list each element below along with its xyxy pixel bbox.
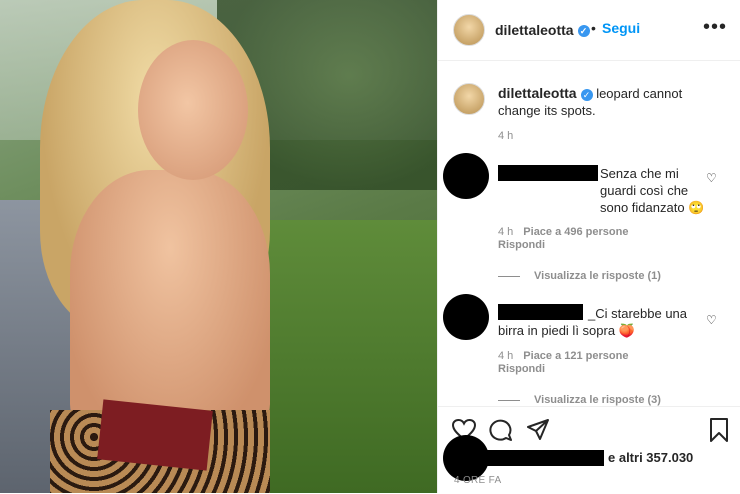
post-actions: e altri 357.030 4 ORE FA xyxy=(438,406,740,494)
reply-button[interactable]: Rispondi xyxy=(498,239,545,251)
verified-icon: ✓ xyxy=(580,88,593,101)
comment-likes[interactable]: Piace a 496 persone xyxy=(523,226,628,238)
share-icon[interactable] xyxy=(526,419,550,446)
header-avatar[interactable] xyxy=(453,14,485,46)
caption-username[interactable]: dilettaleotta xyxy=(498,85,577,101)
post-header: dilettaleotta ✓ • Segui ••• xyxy=(438,0,740,61)
comment-text: Senza che mi guardi così che sono fidanz… xyxy=(600,166,705,215)
view-replies-button[interactable]: Visualizza le risposte (3) xyxy=(498,394,661,406)
comment-text: _Ci starebbe una birra in piedi lì sopra… xyxy=(498,306,688,338)
comment-like-icon[interactable]: ♡ xyxy=(706,171,717,185)
caption: dilettaleotta ✓ leopard cannot change its… xyxy=(498,85,724,119)
verified-icon: ✓ xyxy=(577,25,590,38)
comments-list[interactable]: dilettaleotta ✓ leopard cannot change its… xyxy=(438,61,740,406)
more-icon[interactable]: ••• xyxy=(703,16,727,39)
comment-likes[interactable]: Piace a 121 persone xyxy=(523,350,628,362)
comment-time[interactable]: 4 h xyxy=(498,350,513,362)
comment-like-icon[interactable]: ♡ xyxy=(706,313,717,327)
bookmark-icon[interactable] xyxy=(709,418,729,447)
post-side-panel: dilettaleotta ✓ • Segui ••• dilettaleotta… xyxy=(437,0,740,494)
comment-time[interactable]: 4 h xyxy=(498,226,513,238)
photo-belt xyxy=(97,399,213,471)
comment-avatar-redacted[interactable] xyxy=(443,153,489,199)
likes-count[interactable]: e altri 357.030 xyxy=(608,450,693,465)
divider-line xyxy=(498,399,520,401)
redacted-username xyxy=(498,165,598,181)
header-username[interactable]: dilettaleotta ✓ xyxy=(495,22,590,38)
comment-avatar-redacted[interactable] xyxy=(443,294,489,340)
caption-time: 4 h xyxy=(498,130,514,142)
comment-meta: 4 h Piace a 121 persone xyxy=(498,350,628,362)
comment-meta: 4 h Piace a 496 persone xyxy=(498,226,628,238)
post-time-ago[interactable]: 4 ORE FA xyxy=(454,475,501,486)
divider-line xyxy=(498,275,520,277)
follow-button[interactable]: Segui xyxy=(602,20,640,36)
post-photo[interactable] xyxy=(0,0,437,493)
header-separator-dot: • xyxy=(591,20,596,36)
photo-back xyxy=(70,170,270,430)
caption-avatar[interactable] xyxy=(453,83,485,115)
comment-icon[interactable] xyxy=(489,419,513,446)
photo-face xyxy=(138,40,248,180)
reply-button[interactable]: Rispondi xyxy=(498,363,545,375)
redacted-liker-name xyxy=(478,450,604,466)
view-replies-button[interactable]: Visualizza le risposte (1) xyxy=(498,270,661,282)
